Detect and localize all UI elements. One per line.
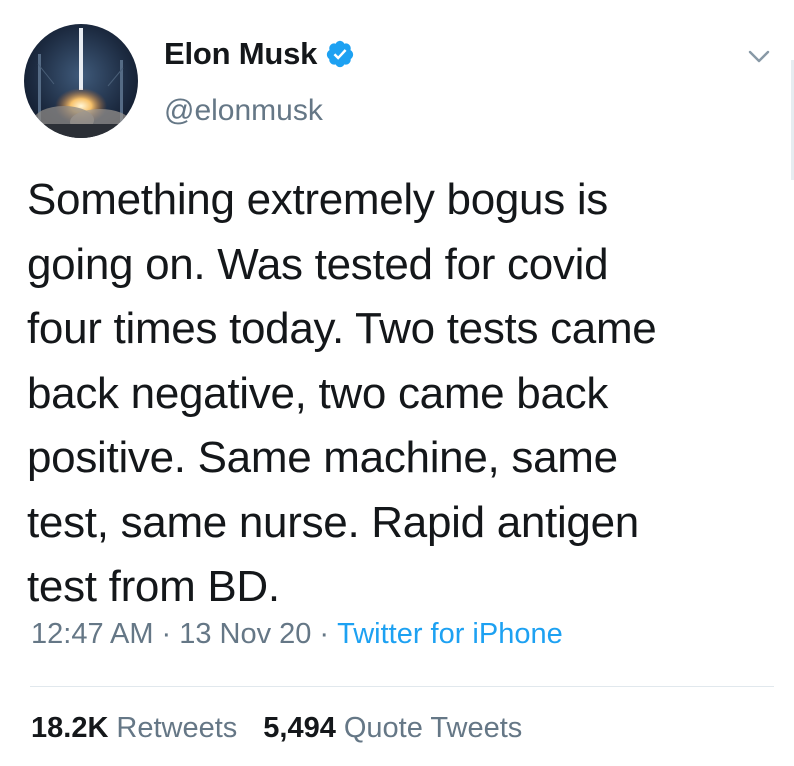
author-display-name[interactable]: Elon Musk [164, 36, 317, 72]
meta-separator: · [161, 618, 172, 650]
tweet-card: Elon Musk @elonmusk Something extremely … [0, 0, 794, 766]
author-name-row: Elon Musk [164, 32, 355, 76]
retweets-label: Retweets [116, 712, 238, 744]
author-handle[interactable]: @elonmusk [164, 94, 355, 128]
quote-tweets-label: Quote Tweets [343, 712, 523, 744]
avatar[interactable] [24, 24, 138, 138]
retweets-count: 18.2K [31, 712, 109, 744]
rocket-launch-avatar-icon [24, 24, 138, 138]
tweet-text: Something extremely bogus is going on. W… [27, 175, 657, 611]
divider [30, 686, 774, 687]
chevron-down-icon[interactable] [742, 42, 776, 70]
tweet-date[interactable]: 13 Nov 20 [179, 618, 311, 650]
tweet-source-link[interactable]: Twitter for iPhone [337, 618, 563, 650]
tweet-stats: 18.2K Retweets 5,494 Quote Tweets [31, 712, 548, 745]
tweet-meta: 12:47 AM · 13 Nov 20 · Twitter for iPhone [31, 618, 563, 651]
quote-tweets-stat[interactable]: 5,494 Quote Tweets [263, 712, 522, 744]
meta-separator: · [319, 618, 330, 650]
quote-tweets-count: 5,494 [263, 712, 336, 744]
tweet-time[interactable]: 12:47 AM [31, 618, 154, 650]
retweets-stat[interactable]: 18.2K Retweets [31, 712, 237, 744]
verified-badge-icon [325, 39, 355, 69]
author-block[interactable]: Elon Musk @elonmusk [164, 32, 355, 128]
